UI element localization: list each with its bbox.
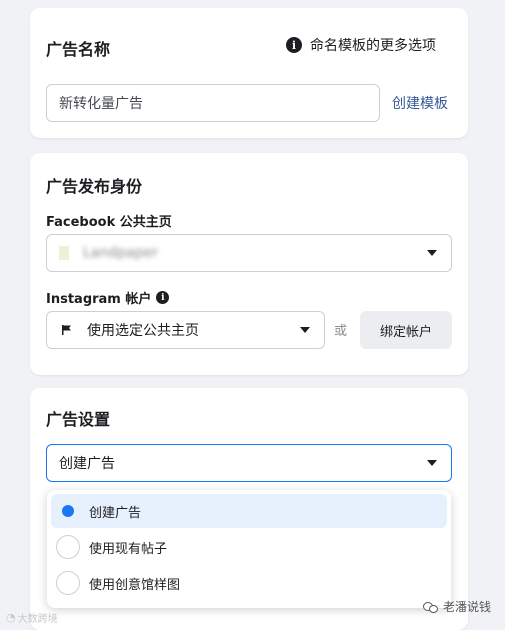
wechat-icon bbox=[422, 601, 439, 613]
radio-unchecked-icon bbox=[56, 571, 80, 595]
ad-setup-select[interactable]: 创建广告 bbox=[46, 444, 452, 482]
facebook-page-label-text: Facebook 公共主页 bbox=[46, 215, 172, 230]
ad-name-input-value: 新转化量广告 bbox=[59, 96, 143, 112]
instagram-account-label-text: Instagram 帐户 bbox=[46, 292, 152, 307]
facebook-page-select[interactable]: Landpaper bbox=[46, 234, 452, 272]
ad-setup-dropdown-menu: 创建广告 使用现有帖子 使用创意馆样图 bbox=[47, 490, 451, 608]
facebook-page-value: Landpaper bbox=[83, 245, 158, 261]
flag-icon bbox=[62, 325, 71, 335]
info-icon: i bbox=[156, 291, 170, 304]
info-icon: i bbox=[286, 37, 302, 53]
menu-item-use-existing-post[interactable]: 使用现有帖子 bbox=[51, 530, 447, 564]
chevron-down-icon bbox=[427, 460, 437, 466]
menu-item-use-creative-hub-mockup[interactable]: 使用创意馆样图 bbox=[51, 566, 447, 600]
radio-unchecked-icon bbox=[56, 535, 80, 559]
menu-item-label: 使用创意馆样图 bbox=[89, 577, 181, 593]
ad-setup-select-value: 创建广告 bbox=[59, 456, 115, 472]
ad-name-title: 广告名称 bbox=[46, 40, 111, 59]
or-text: 或 bbox=[334, 324, 348, 339]
watermark-right-text: 老潘说钱 bbox=[442, 600, 491, 614]
radio-checked-icon bbox=[56, 499, 80, 523]
watermark-right: 老潘说钱 bbox=[422, 598, 491, 615]
page-avatar-icon bbox=[59, 246, 69, 260]
watermark-left: ◔ 大数跨境 bbox=[6, 610, 58, 625]
naming-template-options-label: 命名模板的更多选项 bbox=[310, 38, 436, 54]
instagram-account-select[interactable]: 使用选定公共主页 bbox=[46, 311, 325, 349]
naming-template-options-link[interactable]: i 命名模板的更多选项 bbox=[286, 35, 436, 55]
ad-identity-card: 广告发布身份 Facebook 公共主页 Landpaper Instagram… bbox=[30, 153, 468, 375]
bind-account-button-label: 绑定帐户 bbox=[379, 324, 432, 340]
menu-item-label: 创建广告 bbox=[89, 505, 142, 521]
chevron-down-icon bbox=[300, 327, 310, 333]
facebook-page-label: Facebook 公共主页 bbox=[46, 211, 172, 230]
instagram-account-label: Instagram 帐户 i bbox=[46, 288, 170, 307]
ad-identity-title: 广告发布身份 bbox=[46, 177, 143, 196]
watermark-left-text: 大数跨境 bbox=[17, 614, 58, 625]
create-template-link[interactable]: 创建模板 bbox=[392, 93, 448, 113]
chevron-down-icon bbox=[427, 250, 437, 256]
weibo-icon: ◔ bbox=[6, 611, 16, 624]
menu-item-label: 使用现有帖子 bbox=[89, 541, 168, 557]
ad-name-card: 广告名称 i 命名模板的更多选项 新转化量广告 创建模板 bbox=[30, 8, 468, 138]
ad-name-input[interactable]: 新转化量广告 bbox=[46, 84, 380, 122]
bind-account-button[interactable]: 绑定帐户 bbox=[360, 311, 452, 349]
ad-settings-title: 广告设置 bbox=[46, 410, 111, 429]
menu-item-create-ad[interactable]: 创建广告 bbox=[51, 494, 447, 528]
instagram-account-select-value: 使用选定公共主页 bbox=[87, 323, 199, 339]
